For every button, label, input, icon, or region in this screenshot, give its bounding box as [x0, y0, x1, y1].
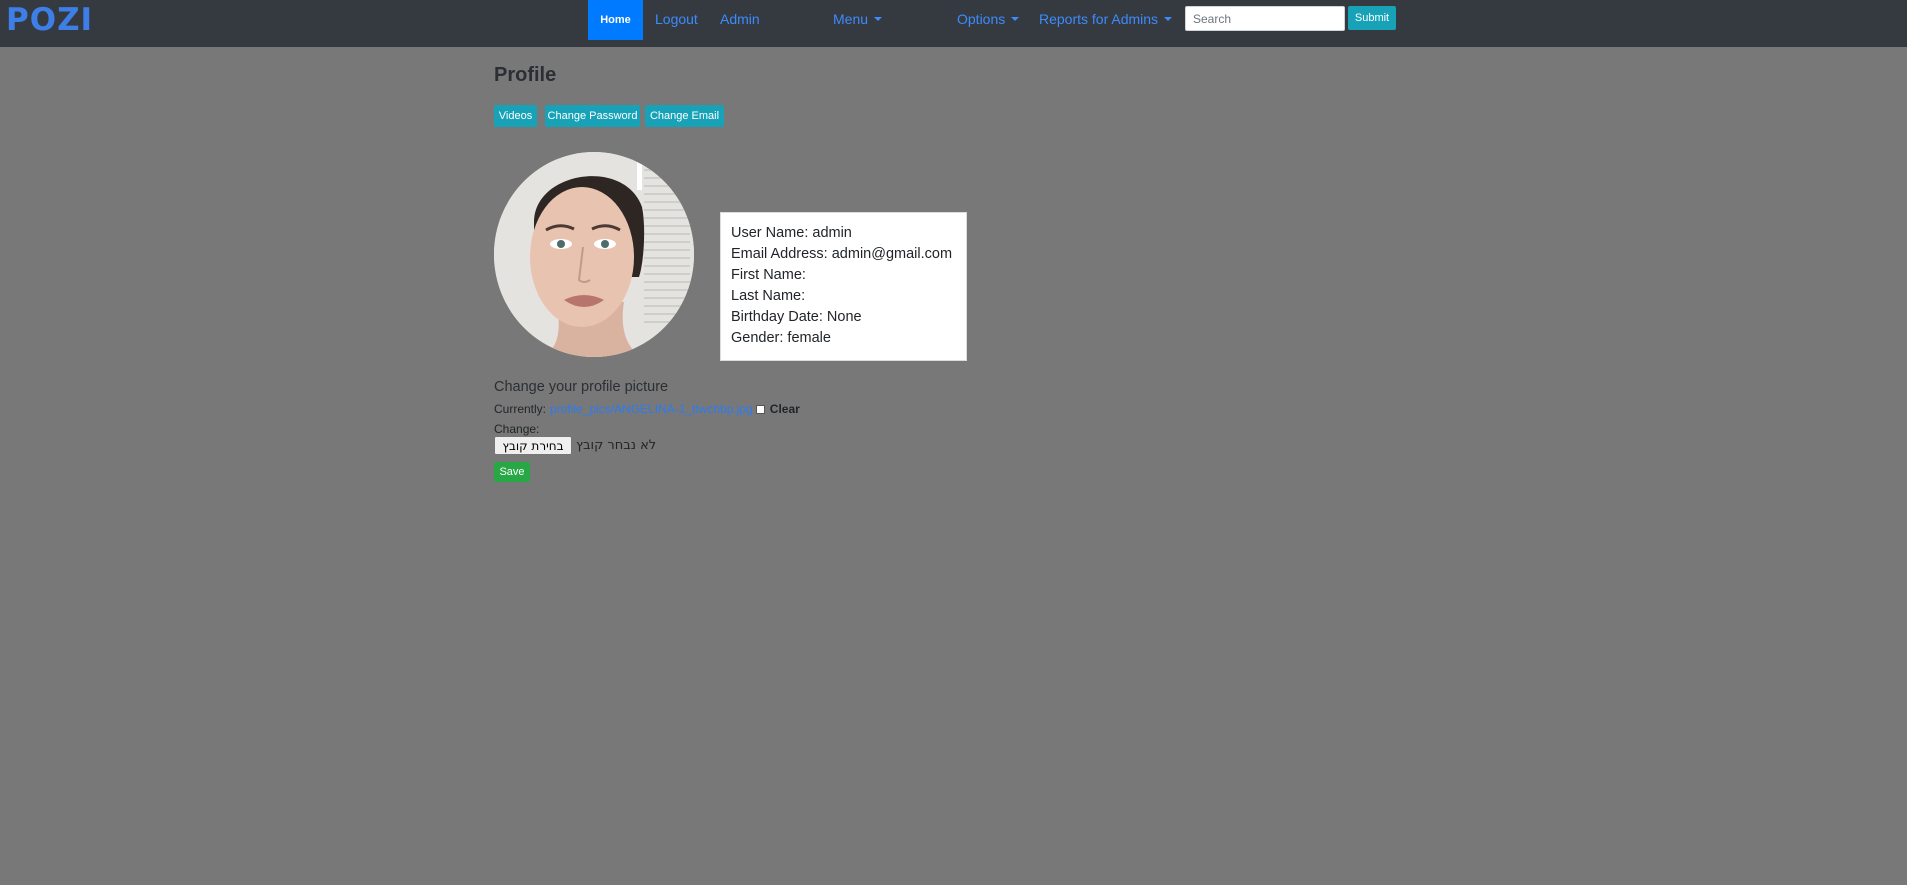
nav-home-link[interactable]: Home	[588, 0, 643, 40]
nav-menu-dropdown[interactable]: Menu	[833, 11, 883, 27]
avatar-portrait-image	[494, 152, 694, 357]
nav-logout-link[interactable]: Logout	[655, 11, 698, 27]
clear-checkbox[interactable]	[755, 404, 765, 414]
caret-down-icon	[1164, 17, 1173, 21]
gender-text: Gender: female	[731, 330, 831, 346]
username-text: User Name: admin	[731, 225, 852, 241]
file-status-text: לא נבחר קובץ	[576, 438, 657, 453]
save-button[interactable]: Save	[494, 462, 530, 482]
change-password-button[interactable]: Change Password	[545, 105, 640, 127]
nav-reports-dropdown[interactable]: Reports for Admins	[1039, 11, 1173, 27]
caret-down-icon	[874, 17, 883, 21]
birthday-text: Birthday Date: None	[731, 309, 862, 325]
current-picture-row: Currently: profile_pics/ANGELINA-1_ttwch…	[494, 402, 800, 416]
brand-logo[interactable]: POZI	[6, 2, 93, 38]
first-name-text: First Name:	[731, 267, 806, 283]
nav-reports-label: Reports for Admins	[1039, 11, 1159, 27]
search-input[interactable]	[1185, 6, 1345, 31]
top-navbar: POZI Home Logout Admin Menu Options Repo…	[0, 0, 1907, 47]
search-submit-button[interactable]: Submit	[1348, 6, 1396, 30]
email-text: Email Address: admin@gmail.com	[731, 246, 953, 262]
nav-menu-label: Menu	[833, 11, 869, 27]
choose-file-button[interactable]: בחירת קובץ	[494, 436, 572, 455]
change-picture-heading: Change your profile picture	[494, 379, 669, 395]
file-input: בחירת קובץ לא נבחר קובץ	[494, 436, 656, 455]
nav-admin-link[interactable]: Admin	[720, 11, 760, 27]
page-title: Profile	[494, 64, 557, 86]
change-label: Change:	[494, 422, 540, 436]
last-name-text: Last Name:	[731, 288, 806, 304]
clear-label: Clear	[769, 402, 800, 416]
nav-options-dropdown[interactable]: Options	[957, 11, 1020, 27]
currently-label: Currently:	[494, 402, 547, 416]
caret-down-icon	[1011, 17, 1020, 21]
nav-options-label: Options	[957, 11, 1006, 27]
videos-button[interactable]: Videos	[494, 105, 537, 127]
change-email-button[interactable]: Change Email	[645, 105, 724, 127]
profile-info-card: User Name: admin Email Address: admin@gm…	[720, 212, 967, 361]
profile-avatar	[494, 152, 694, 357]
current-picture-link[interactable]: profile_pics/ANGELINA-1_ttwchbp.jpg	[550, 402, 753, 416]
